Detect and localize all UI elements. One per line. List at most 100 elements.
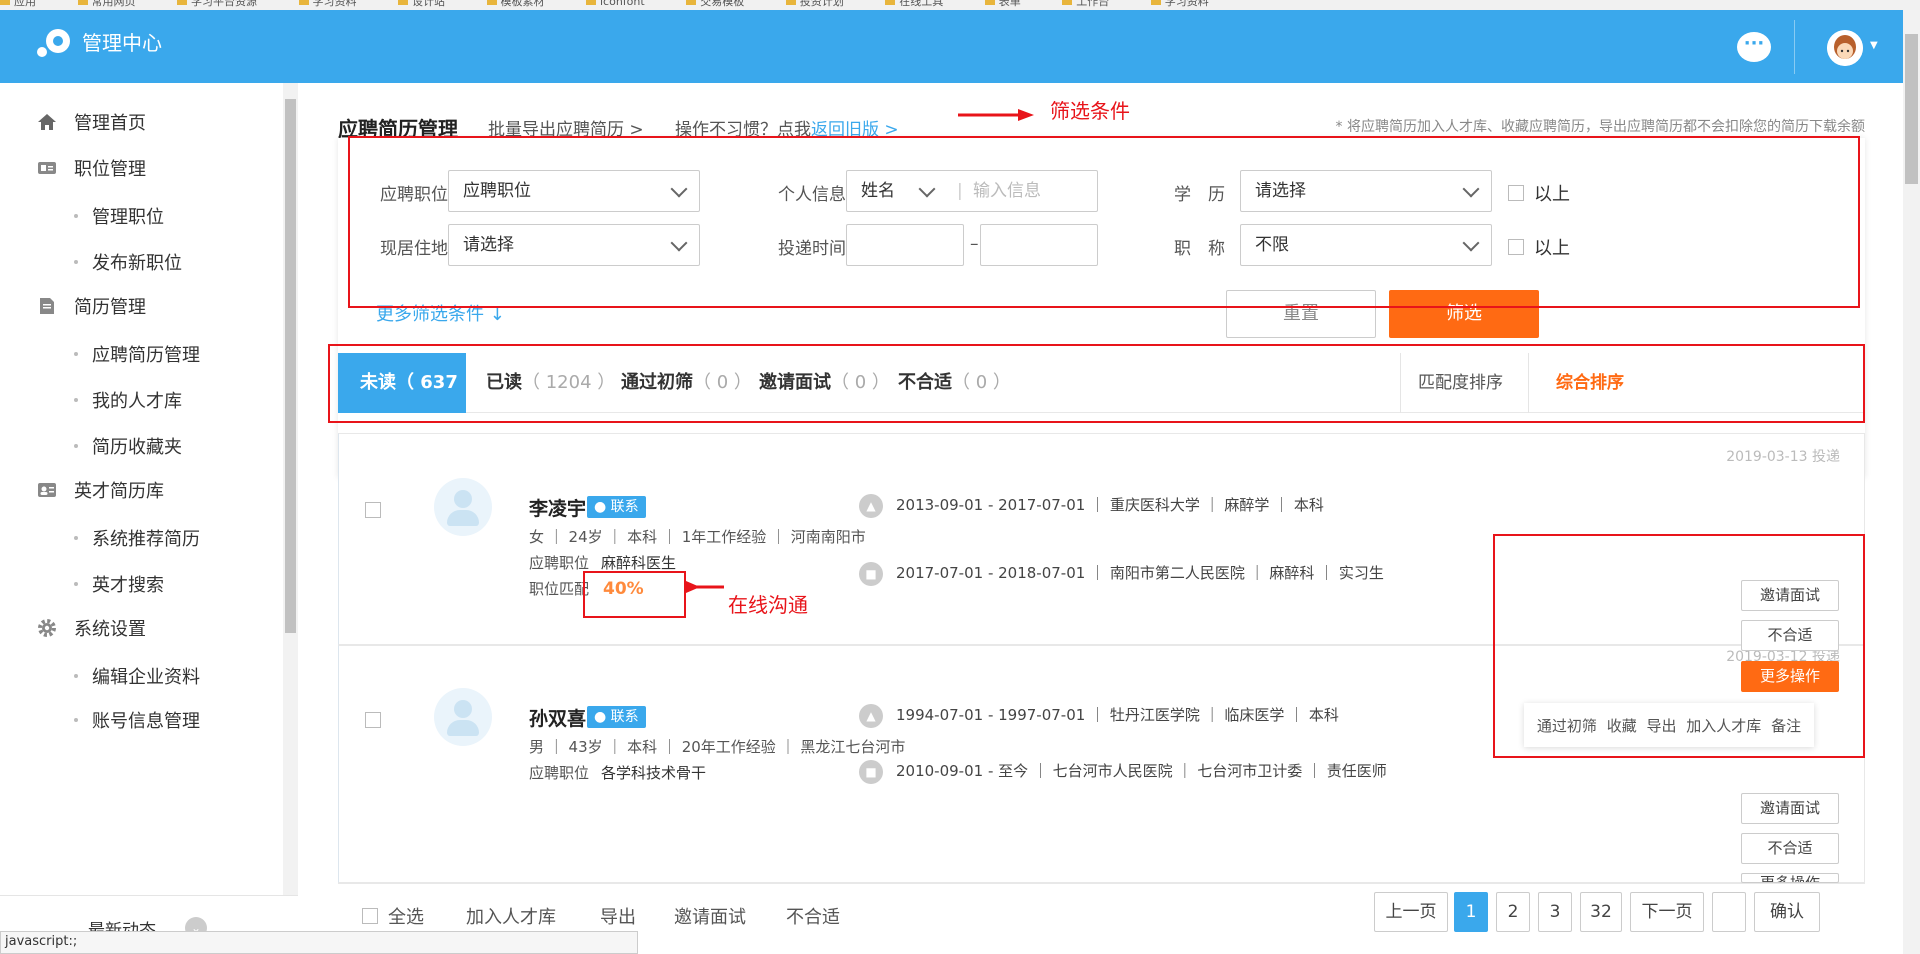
sidebar-group-home[interactable]: 管理首页 xyxy=(36,109,146,135)
bookmark[interactable]: 常用网页 xyxy=(77,0,136,7)
position-value: 麻醉科医生 xyxy=(601,554,677,572)
candidate-name[interactable]: 李凌宇 xyxy=(529,494,586,521)
bookmarks-bar: 应用 常用网页 学习平台资源 学习资料 设计站 模板素材 iconfont 交易… xyxy=(0,0,1920,10)
sidebar-item-account-info[interactable]: 账号信息管理 xyxy=(92,707,200,733)
app-title: 管理中心 xyxy=(82,31,162,55)
annotation-arrow xyxy=(686,581,724,593)
invite-interview-button[interactable]: 邀请面试 xyxy=(1741,793,1839,824)
bookmark[interactable]: 投资计划 xyxy=(785,0,844,7)
bulk-add-pool-button[interactable]: 加入人才库 xyxy=(466,903,556,929)
bookmark[interactable]: 学习资料 xyxy=(1150,0,1209,7)
candidate-meta: 男 ｜ 43岁 ｜ 本科 ｜ 20年工作经验 ｜ 黑龙江七台河市 xyxy=(529,738,906,756)
candidate-checkbox[interactable] xyxy=(365,502,381,518)
education-history: 1994-07-01 - 1997-07-01 ｜ 牡丹江医学院 ｜ 临床医学 … xyxy=(896,706,1339,724)
candidate-avatar xyxy=(434,688,492,746)
sidebar-group-talent-db[interactable]: 英才简历库 xyxy=(36,477,164,503)
bookmark[interactable]: 学习平台资源 xyxy=(177,0,257,7)
candidate-position: 应聘职位 各学科技术骨干 xyxy=(529,762,706,783)
page-button[interactable]: 2 xyxy=(1496,892,1530,932)
next-page-button[interactable]: 下一页 xyxy=(1630,892,1704,932)
sidebar: 管理首页 职位管理 管理职位 发布新职位 简历管理 应聘简历管理 我的人才库 简… xyxy=(0,83,298,954)
reject-button[interactable]: 不合适 xyxy=(1741,833,1839,864)
sidebar-scrollbar[interactable] xyxy=(283,83,298,895)
sidebar-item-label: 简历收藏夹 xyxy=(92,437,182,458)
sidebar-item-label: 系统推荐简历 xyxy=(92,529,200,550)
talent-card-icon xyxy=(36,480,58,500)
logo-icon xyxy=(37,29,70,57)
page-scroll-thumb[interactable] xyxy=(1905,34,1918,184)
select-all-checkbox[interactable] xyxy=(362,908,378,924)
top-header: 管理中心 ··· ▼ xyxy=(0,10,1903,83)
sidebar-item-label: 我的人才库 xyxy=(92,391,182,412)
sidebar-group-resumes[interactable]: 简历管理 xyxy=(36,293,146,319)
sidebar-item-label: 应聘简历管理 xyxy=(92,345,200,366)
work-history: 2010-09-01 - 至今 ｜ 七台河市人民医院 ｜ 七台河市卫计委 ｜ 责… xyxy=(896,762,1387,780)
work-history: 2017-07-01 - 2018-07-01 ｜ 南阳市第二人民医院 ｜ 麻醉… xyxy=(896,564,1384,582)
sidebar-group-label: 系统设置 xyxy=(74,619,146,640)
annotation-filter-label: 筛选条件 xyxy=(1050,99,1130,123)
sidebar-scroll-thumb[interactable] xyxy=(285,99,296,633)
sidebar-group-label: 管理首页 xyxy=(74,113,146,134)
sidebar-item-recommended[interactable]: 系统推荐简历 xyxy=(92,525,200,551)
bookmark[interactable]: 工作台 xyxy=(1062,0,1109,7)
annotation-box xyxy=(328,344,1865,423)
select-all-label[interactable]: 全选 xyxy=(388,903,424,929)
sidebar-item-label: 账号信息管理 xyxy=(92,711,200,732)
annotation-box xyxy=(348,136,1860,308)
chevron-down-icon[interactable]: ▼ xyxy=(1870,40,1878,51)
more-actions-button[interactable]: 更多操作 xyxy=(1741,873,1839,883)
bulk-reject-button[interactable]: 不合适 xyxy=(786,903,840,929)
contact-button[interactable]: ● 联系 xyxy=(587,496,646,518)
annotation-box xyxy=(583,571,686,618)
sidebar-item-label: 英才搜索 xyxy=(92,575,164,596)
bookmark[interactable]: 在线工具 xyxy=(885,0,943,7)
chat-icon[interactable]: ··· xyxy=(1737,32,1771,62)
position-label: 应聘职位 xyxy=(529,764,590,782)
candidate-meta: 女 ｜ 24岁 ｜ 本科 ｜ 1年工作经验 ｜ 河南南阳市 xyxy=(529,528,866,546)
candidate-name[interactable]: 孙双喜 xyxy=(529,704,586,731)
bookmark[interactable]: iconfont xyxy=(586,0,645,7)
work-icon: ■ xyxy=(859,562,883,586)
sidebar-item-manage-jobs[interactable]: 管理职位 xyxy=(92,203,164,229)
sidebar-item-talent-pool[interactable]: 我的人才库 xyxy=(92,387,182,413)
bulk-export-button[interactable]: 导出 xyxy=(600,903,636,929)
bookmark[interactable]: 学习资料 xyxy=(298,0,357,7)
job-card-icon xyxy=(36,158,58,178)
contact-label: 联系 xyxy=(610,709,639,725)
page-jump-input[interactable] xyxy=(1712,892,1746,932)
chat-bubble-icon: ● xyxy=(594,499,611,515)
bookmark[interactable]: 交易模板 xyxy=(686,0,744,7)
sidebar-group-settings[interactable]: 系统设置 xyxy=(36,615,146,641)
page-scrollbar[interactable] xyxy=(1903,10,1920,954)
sidebar-item-resume-manage[interactable]: 应聘简历管理 xyxy=(92,341,200,367)
education-icon: ▲ xyxy=(859,704,883,728)
prev-page-button[interactable]: 上一页 xyxy=(1374,892,1448,932)
bookmark[interactable]: 模板素材 xyxy=(486,0,545,7)
contact-label: 联系 xyxy=(610,499,639,515)
sidebar-item-talent-search[interactable]: 英才搜索 xyxy=(92,571,164,597)
sidebar-item-company-profile[interactable]: 编辑企业资料 xyxy=(92,663,200,689)
candidate-avatar xyxy=(434,478,492,536)
candidate-checkbox[interactable] xyxy=(365,712,381,728)
education-history: 2013-09-01 - 2017-07-01 ｜ 重庆医科大学 ｜ 麻醉学 ｜… xyxy=(896,496,1324,514)
main-content: 应聘简历管理 批量导出应聘简历 > 操作不习惯？点我返回旧版 > * 将应聘简历… xyxy=(298,83,1903,954)
sidebar-item-favorites[interactable]: 简历收藏夹 xyxy=(92,433,182,459)
page-button[interactable]: 3 xyxy=(1538,892,1572,932)
bookmark[interactable]: 应用 xyxy=(0,0,36,7)
confirm-page-button[interactable]: 确认 xyxy=(1754,892,1820,932)
bulk-invite-button[interactable]: 邀请面试 xyxy=(674,903,746,929)
sidebar-group-jobs[interactable]: 职位管理 xyxy=(36,155,146,181)
home-icon xyxy=(36,112,58,132)
bookmark[interactable]: 表单 xyxy=(984,0,1021,7)
sidebar-item-post-job[interactable]: 发布新职位 xyxy=(92,249,182,275)
position-value: 各学科技术骨干 xyxy=(601,764,707,782)
page-button[interactable]: 1 xyxy=(1454,892,1488,932)
position-label: 应聘职位 xyxy=(529,554,590,572)
contact-button[interactable]: ● 联系 xyxy=(587,706,646,728)
user-avatar[interactable] xyxy=(1827,30,1863,66)
sidebar-group-label: 简历管理 xyxy=(74,297,146,318)
page-button[interactable]: 32 xyxy=(1580,892,1622,932)
status-url-bar: javascript:; xyxy=(0,931,638,954)
bookmark[interactable]: 设计站 xyxy=(398,0,445,7)
annotation-arrow xyxy=(958,109,1034,121)
